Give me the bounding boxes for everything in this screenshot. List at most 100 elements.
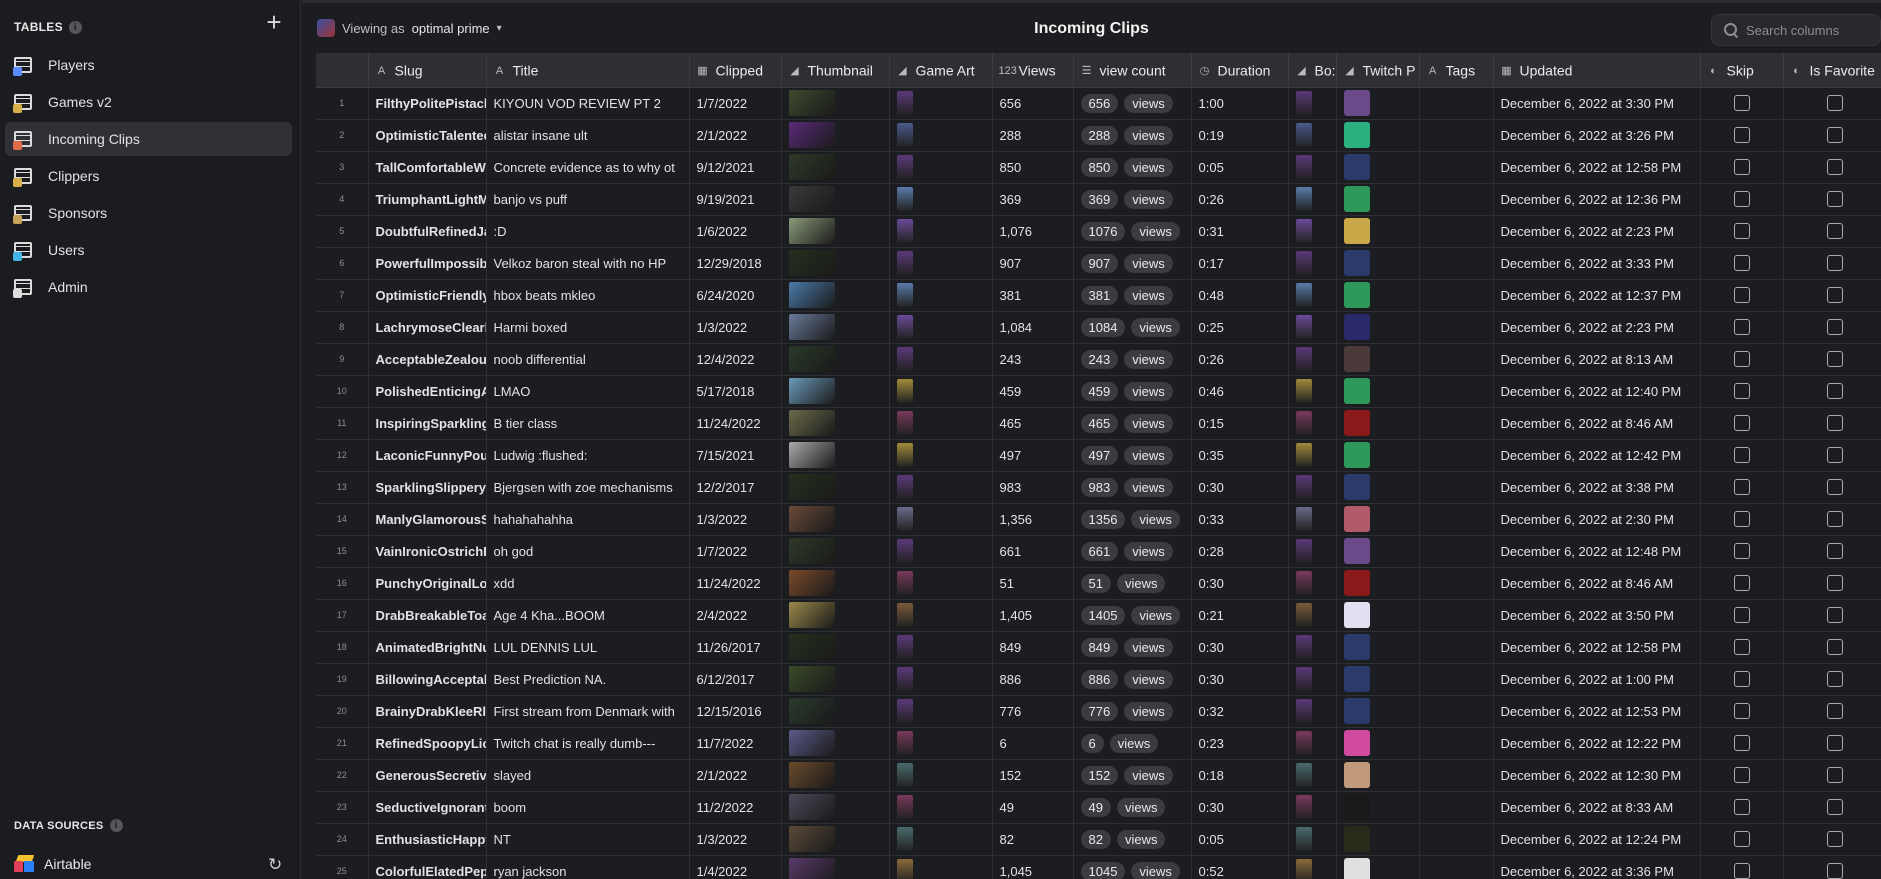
cell-title[interactable]: boom (486, 791, 690, 824)
cell-slug[interactable]: BillowingAcceptab (368, 663, 487, 696)
cell-skip[interactable] (1700, 279, 1784, 312)
cell-slug[interactable]: VainIronicOstrichE (368, 535, 487, 568)
cell-view-count[interactable]: 1076 views (1073, 215, 1192, 248)
cell-twitch-profile[interactable] (1336, 87, 1420, 120)
refresh-icon[interactable]: ↻ (268, 855, 282, 875)
cell-tags[interactable] (1419, 727, 1494, 760)
skip-checkbox[interactable] (1733, 671, 1750, 688)
cell-duration[interactable]: 0:32 (1191, 695, 1289, 728)
column-header-num[interactable] (316, 53, 369, 88)
cell-thumbnail[interactable] (781, 535, 890, 568)
cell-view-count[interactable]: 82 views (1073, 823, 1192, 856)
table-row[interactable]: 22 GenerousSecretiv slayed 2/1/2022 152 152 vi… (316, 759, 1881, 792)
info-icon[interactable]: i (109, 819, 123, 832)
table-row[interactable]: 16 PunchyOriginalLoi xdd 11/24/2022 51 51 view… (316, 567, 1881, 600)
cell-duration[interactable]: 0:48 (1191, 279, 1289, 312)
cell-views[interactable]: 1,045 (992, 855, 1074, 879)
cell-view-count[interactable]: 983 views (1073, 471, 1192, 504)
cell-game-art[interactable] (889, 759, 993, 792)
cell-title[interactable]: xdd (486, 567, 690, 600)
cell-thumbnail[interactable] (781, 695, 890, 728)
table-row[interactable]: 11 InspiringSparkling B tier class 11/24/20… (316, 407, 1881, 440)
cell-thumbnail[interactable] (781, 727, 890, 760)
cell-clipped[interactable]: 6/12/2017 (689, 663, 782, 696)
cell-title[interactable]: :D (486, 215, 690, 248)
cell-view-count[interactable]: 497 views (1073, 439, 1192, 472)
cell-updated[interactable]: December 6, 2022 at 3:30 PM (1493, 87, 1701, 120)
cell-twitch-profile[interactable] (1336, 535, 1420, 568)
table-row[interactable]: 2 OptimisticTalented alistar insane ult 2/1… (316, 119, 1881, 152)
cell-thumbnail[interactable] (781, 855, 890, 879)
cell-skip[interactable] (1700, 407, 1784, 440)
cell-is-favorite[interactable] (1783, 503, 1881, 536)
cell-is-favorite[interactable] (1783, 823, 1881, 856)
skip-checkbox[interactable] (1733, 543, 1750, 560)
cell-box[interactable] (1288, 631, 1337, 664)
cell-duration[interactable]: 0:23 (1191, 727, 1289, 760)
cell-thumbnail[interactable] (781, 631, 890, 664)
cell-box[interactable] (1288, 311, 1337, 344)
cell-skip[interactable] (1700, 87, 1784, 120)
sidebar-item-clippers[interactable]: Clippers (5, 159, 292, 193)
favorite-checkbox[interactable] (1826, 255, 1843, 272)
cell-is-favorite[interactable] (1783, 631, 1881, 664)
cell-tags[interactable] (1419, 631, 1494, 664)
skip-checkbox[interactable] (1733, 319, 1750, 336)
cell-duration[interactable]: 0:19 (1191, 119, 1289, 152)
cell-clipped[interactable]: 1/4/2022 (689, 855, 782, 879)
cell-box[interactable] (1288, 119, 1337, 152)
table-row[interactable]: 3 TallComfortableW Concrete evidence as to… (316, 151, 1881, 184)
column-header-slug[interactable]: A Slug (368, 53, 487, 88)
cell-updated[interactable]: December 6, 2022 at 8:33 AM (1493, 791, 1701, 824)
cell-game-art[interactable] (889, 343, 993, 376)
cell-duration[interactable]: 0:26 (1191, 183, 1289, 216)
cell-skip[interactable] (1700, 439, 1784, 472)
cell-game-art[interactable] (889, 311, 993, 344)
favorite-checkbox[interactable] (1826, 191, 1843, 208)
cell-skip[interactable] (1700, 695, 1784, 728)
favorite-checkbox[interactable] (1826, 319, 1843, 336)
cell-is-favorite[interactable] (1783, 375, 1881, 408)
cell-clipped[interactable]: 11/2/2022 (689, 791, 782, 824)
cell-skip[interactable] (1700, 215, 1784, 248)
cell-views[interactable]: 886 (992, 663, 1074, 696)
cell-clipped[interactable]: 1/6/2022 (689, 215, 782, 248)
cell-game-art[interactable] (889, 87, 993, 120)
cell-title[interactable]: noob differential (486, 343, 690, 376)
cell-slug[interactable]: SeductiveIgnorant (368, 791, 487, 824)
cell-title[interactable]: ryan jackson (486, 855, 690, 879)
cell-game-art[interactable] (889, 695, 993, 728)
cell-tags[interactable] (1419, 151, 1494, 184)
cell-is-favorite[interactable] (1783, 759, 1881, 792)
cell-view-count[interactable]: 49 views (1073, 791, 1192, 824)
cell-views[interactable]: 1,076 (992, 215, 1074, 248)
cell-view-count[interactable]: 288 views (1073, 119, 1192, 152)
cell-updated[interactable]: December 6, 2022 at 12:53 PM (1493, 695, 1701, 728)
table-row[interactable]: 19 BillowingAcceptab Best Prediction NA. 6/… (316, 663, 1881, 696)
table-row[interactable]: 9 AcceptableZealou noob differential 12/4/2… (316, 343, 1881, 376)
cell-slug[interactable]: InspiringSparkling (368, 407, 487, 440)
cell-skip[interactable] (1700, 119, 1784, 152)
cell-tags[interactable] (1419, 215, 1494, 248)
cell-box[interactable] (1288, 151, 1337, 184)
cell-title[interactable]: slayed (486, 759, 690, 792)
cell-views[interactable]: 243 (992, 343, 1074, 376)
cell-twitch-profile[interactable] (1336, 151, 1420, 184)
cell-slug[interactable]: TallComfortableW (368, 151, 487, 184)
cell-twitch-profile[interactable] (1336, 567, 1420, 600)
cell-is-favorite[interactable] (1783, 567, 1881, 600)
favorite-checkbox[interactable] (1826, 415, 1843, 432)
favorite-checkbox[interactable] (1826, 735, 1843, 752)
cell-is-favorite[interactable] (1783, 151, 1881, 184)
cell-title[interactable]: KIYOUN VOD REVIEW PT 2 (486, 87, 690, 120)
skip-checkbox[interactable] (1733, 575, 1750, 592)
cell-clipped[interactable]: 12/15/2016 (689, 695, 782, 728)
cell-twitch-profile[interactable] (1336, 407, 1420, 440)
cell-twitch-profile[interactable] (1336, 727, 1420, 760)
cell-skip[interactable] (1700, 727, 1784, 760)
cell-box[interactable] (1288, 215, 1337, 248)
cell-slug[interactable]: TriumphantLightM (368, 183, 487, 216)
cell-views[interactable]: 82 (992, 823, 1074, 856)
cell-updated[interactable]: December 6, 2022 at 12:48 PM (1493, 535, 1701, 568)
cell-skip[interactable] (1700, 247, 1784, 280)
